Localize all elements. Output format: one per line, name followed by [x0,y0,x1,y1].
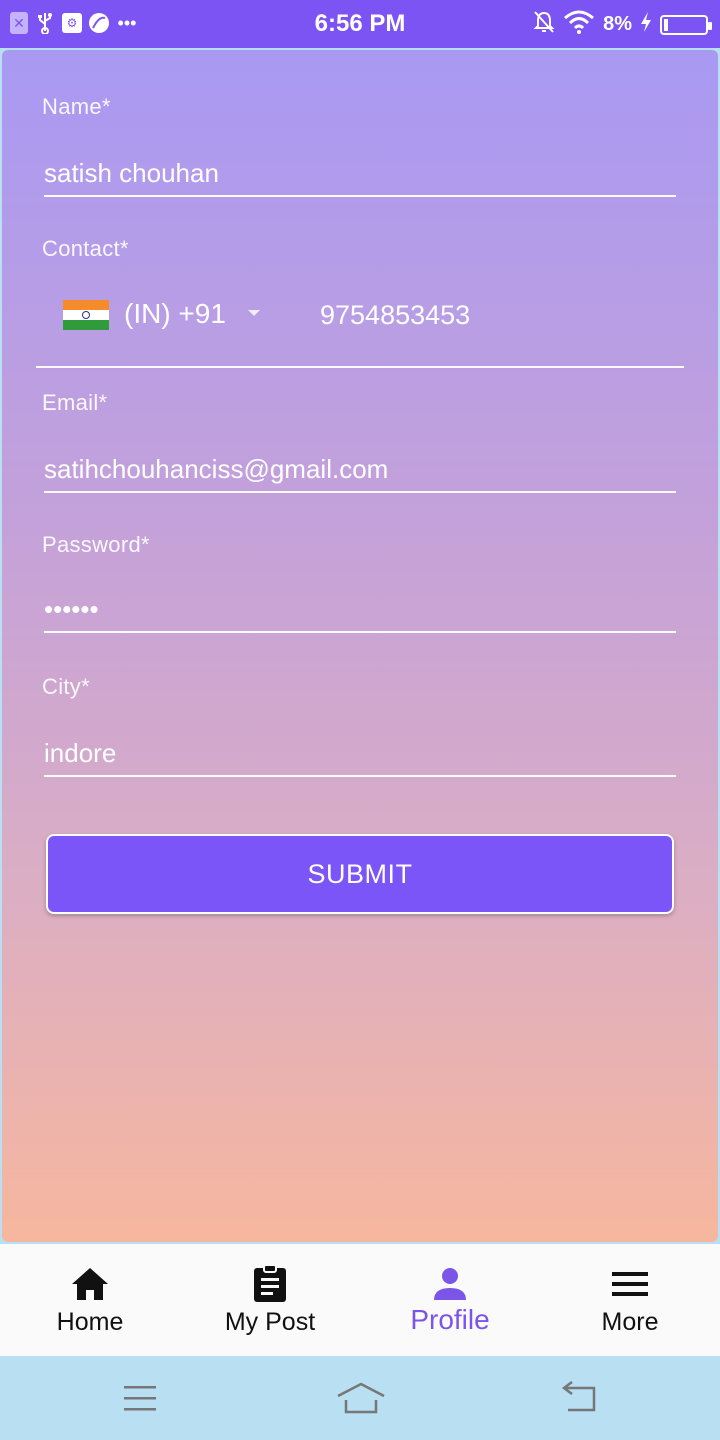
status-bar: ✕ ⚙ ••• 6:56 PM 8% [0,0,720,48]
bottom-navigation: Home My Post Profile More [0,1244,720,1356]
person-icon [432,1264,468,1304]
nav-item-profile[interactable]: Profile [360,1244,540,1356]
nav-label-my-post: My Post [224,1308,316,1336]
country-code-selector[interactable]: (IN) +91 [124,298,226,330]
nav-label-more: More [601,1308,659,1336]
name-input[interactable]: satish chouhan [44,158,676,197]
profile-form: Name* satish chouhan Contact* (IN) +91 9… [2,50,718,1242]
battery-percent: 8% [603,13,632,35]
dropdown-caret-icon[interactable] [248,310,260,316]
city-label: City* [42,674,90,699]
phone-input[interactable]: 9754853453 [320,300,470,331]
system-navigation-bar [0,1356,720,1440]
mute-icon [533,10,555,39]
city-input[interactable]: indore [44,738,676,777]
name-label: Name* [42,94,111,119]
wifi-icon [563,10,595,39]
email-label: Email* [42,390,108,415]
submit-button[interactable]: SUBMIT [46,834,674,914]
password-label: Password* [42,532,150,557]
contact-field: (IN) +91 9754853453 [36,296,684,368]
home-icon [70,1264,110,1304]
contact-label: Contact* [42,236,129,261]
status-right-icons: 8% [533,10,712,39]
nav-item-my-post[interactable]: My Post [180,1244,360,1356]
india-flag-icon[interactable] [63,300,109,330]
password-input[interactable]: •••••• [44,594,676,633]
nav-item-more[interactable]: More [540,1244,720,1356]
clipboard-icon [252,1264,288,1304]
charging-icon [640,11,652,38]
battery-icon [660,14,712,35]
nav-label-profile: Profile [410,1304,490,1335]
menu-icon [611,1264,649,1304]
nav-label-home: Home [56,1308,124,1336]
recents-menu-icon[interactable] [120,1378,160,1418]
back-button-icon[interactable] [560,1378,600,1418]
home-button-icon[interactable] [336,1378,386,1418]
email-input[interactable]: satihchouhanciss@gmail.com [44,454,676,493]
nav-item-home[interactable]: Home [0,1244,180,1356]
